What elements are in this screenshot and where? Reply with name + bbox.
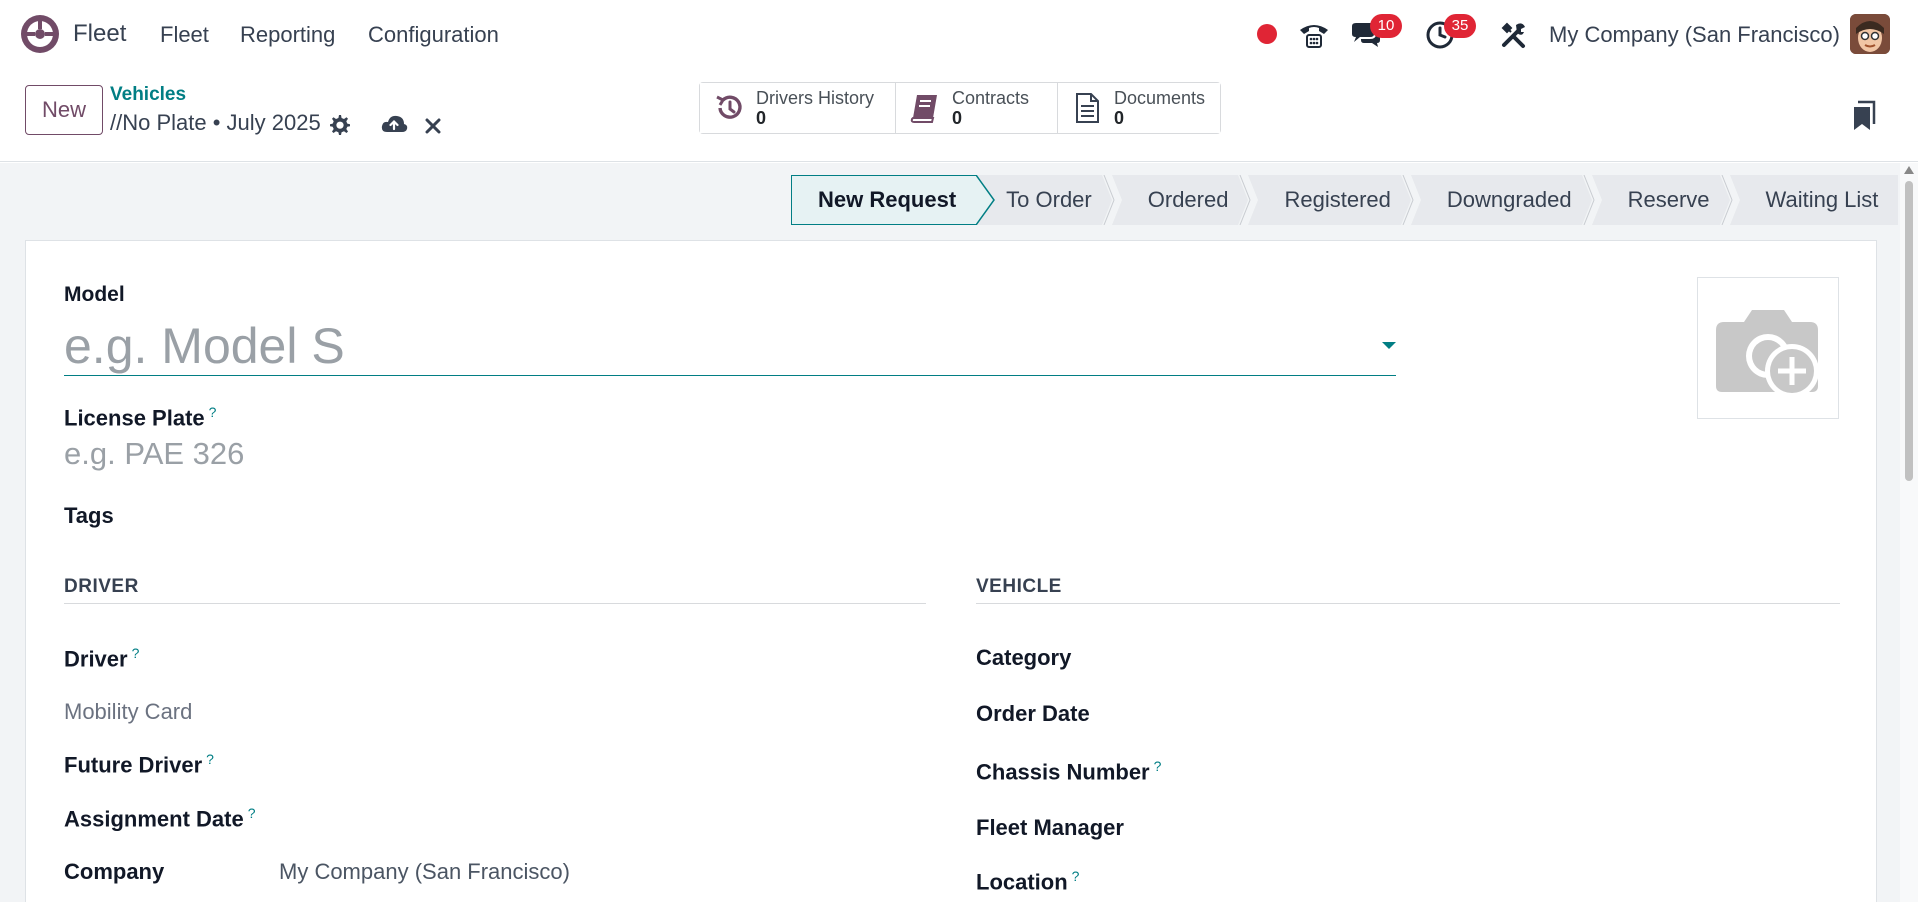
stage-ordered[interactable]: Ordered [1111,175,1259,225]
tools-icon[interactable] [1497,18,1531,52]
help-tooltip-icon[interactable]: ? [132,645,140,661]
smart-button-label: Drivers History [756,88,875,108]
stage-arrow [976,175,996,225]
breadcrumb-vehicles[interactable]: Vehicles [110,84,186,106]
stage-label: Reserve [1627,187,1710,212]
stage-downgraded[interactable]: Downgraded [1410,175,1602,225]
discard-close-icon[interactable] [423,116,443,136]
help-tooltip-icon[interactable]: ? [209,404,217,420]
smart-button-count: 0 [952,108,963,128]
driver-label-text: Driver [64,646,128,672]
form-sheet: Model e.g. Model S License Plate? e.g. P… [25,240,1877,902]
vehicle-image-upload[interactable] [1697,277,1839,419]
vehicle-section-divider [976,603,1840,604]
menu-reporting[interactable]: Reporting [240,22,335,48]
gear-icon[interactable] [327,113,351,137]
phone-icon[interactable] [1297,18,1331,52]
scroll-up-arrow-icon[interactable] [1904,166,1914,174]
fleet-manager-label: Fleet Manager [976,815,1124,840]
help-tooltip-icon[interactable]: ? [206,751,214,767]
company-label: Company [64,859,165,884]
license-plate-input[interactable]: e.g. PAE 326 [64,436,244,472]
book-icon [910,95,937,123]
help-tooltip-icon[interactable]: ? [1072,868,1080,884]
smart-button-count: 0 [1114,108,1125,128]
stage-waiting-list[interactable]: Waiting List [1729,175,1899,225]
assignment-date-label: Assignment Date? [64,805,256,832]
location-label-text: Location [976,869,1068,895]
smart-button-count: 0 [756,108,767,128]
tags-label: Tags [64,503,114,528]
stage-label: New Request [818,187,957,212]
stage-label: Downgraded [1446,187,1572,212]
recording-indicator-icon[interactable] [1257,24,1277,44]
documents-button[interactable]: Documents 0 [1058,83,1220,133]
app-name[interactable]: Fleet [73,20,126,48]
smart-buttons: Drivers History 0 Contracts 0 Documents … [699,82,1221,134]
contracts-button[interactable]: Contracts 0 [896,83,1058,133]
fleet-app-icon[interactable] [19,13,61,55]
bookmark-icon[interactable] [1852,100,1876,132]
model-label: Model [64,283,125,306]
breadcrumb-current-record: //No Plate • July 2025 [110,110,321,135]
mobility-card-label: Mobility Card [64,699,193,724]
company-field[interactable]: My Company (San Francisco) [279,859,570,885]
stage-arrow [1400,175,1421,225]
driver-section-divider [64,603,926,604]
menu-fleet[interactable]: Fleet [160,22,209,48]
scrollbar-thumb[interactable] [1905,181,1913,481]
chevron-down-icon[interactable] [1382,342,1396,349]
help-tooltip-icon[interactable]: ? [1154,758,1162,774]
future-driver-label-text: Future Driver [64,752,203,778]
assignment-date-label-text: Assignment Date [64,806,244,832]
smart-button-label: Documents [1114,88,1206,108]
model-placeholder: e.g. Model S [64,318,345,374]
location-label: Location? [976,868,1079,895]
messages-badge: 10 [1370,14,1402,38]
stage-arrow [1719,175,1740,225]
control-panel: New Vehicles //No Plate • July 2025 Driv… [0,70,1918,162]
future-driver-label: Future Driver? [64,751,214,778]
driver-label: Driver? [64,645,139,672]
stage-arrow [1581,175,1602,225]
license-plate-label-text: License Plate [64,405,205,431]
smart-button-label: Contracts [952,88,1030,108]
stage-label: To Order [1006,187,1092,212]
vehicle-section-title: VEHICLE [976,576,1062,597]
stage-label: Ordered [1147,187,1229,212]
stage-label: Waiting List [1765,187,1879,212]
user-avatar[interactable] [1850,14,1890,54]
stage-reserve[interactable]: Reserve [1591,175,1740,225]
drivers-history-button[interactable]: Drivers History 0 [700,83,896,133]
stage-to-order[interactable]: To Order [976,175,1122,225]
camera-add-icon [1716,310,1819,398]
vertical-scrollbar[interactable] [1900,163,1918,902]
license-plate-label: License Plate? [64,404,216,431]
stage-new-request[interactable]: New Request [791,175,996,225]
chassis-number-label: Chassis Number? [976,758,1161,785]
help-tooltip-icon[interactable]: ? [248,805,256,821]
stage-registered[interactable]: Registered [1248,175,1421,225]
save-cloud-icon[interactable] [380,112,408,136]
order-date-label: Order Date [976,701,1090,726]
new-button[interactable]: New [25,85,103,135]
stage-arrow [1238,175,1259,225]
driver-section-title: DRIVER [64,576,139,597]
menu-configuration[interactable]: Configuration [368,22,499,48]
history-icon [716,95,742,119]
document-icon [1076,93,1099,123]
form-view: New Request To Order Ordered Registered [0,163,1900,902]
chassis-number-label-text: Chassis Number [976,759,1150,785]
model-input[interactable]: e.g. Model S [64,316,1396,376]
activities-badge: 35 [1444,14,1476,38]
company-switcher[interactable]: My Company (San Francisco) [1549,22,1840,48]
stage-label: Registered [1284,187,1391,212]
top-navbar: Fleet Fleet Reporting Configuration 10 3… [0,0,1918,70]
status-bar: New Request To Order Ordered Registered [791,175,1899,225]
stage-arrow [1101,175,1122,225]
category-label: Category [976,645,1072,670]
